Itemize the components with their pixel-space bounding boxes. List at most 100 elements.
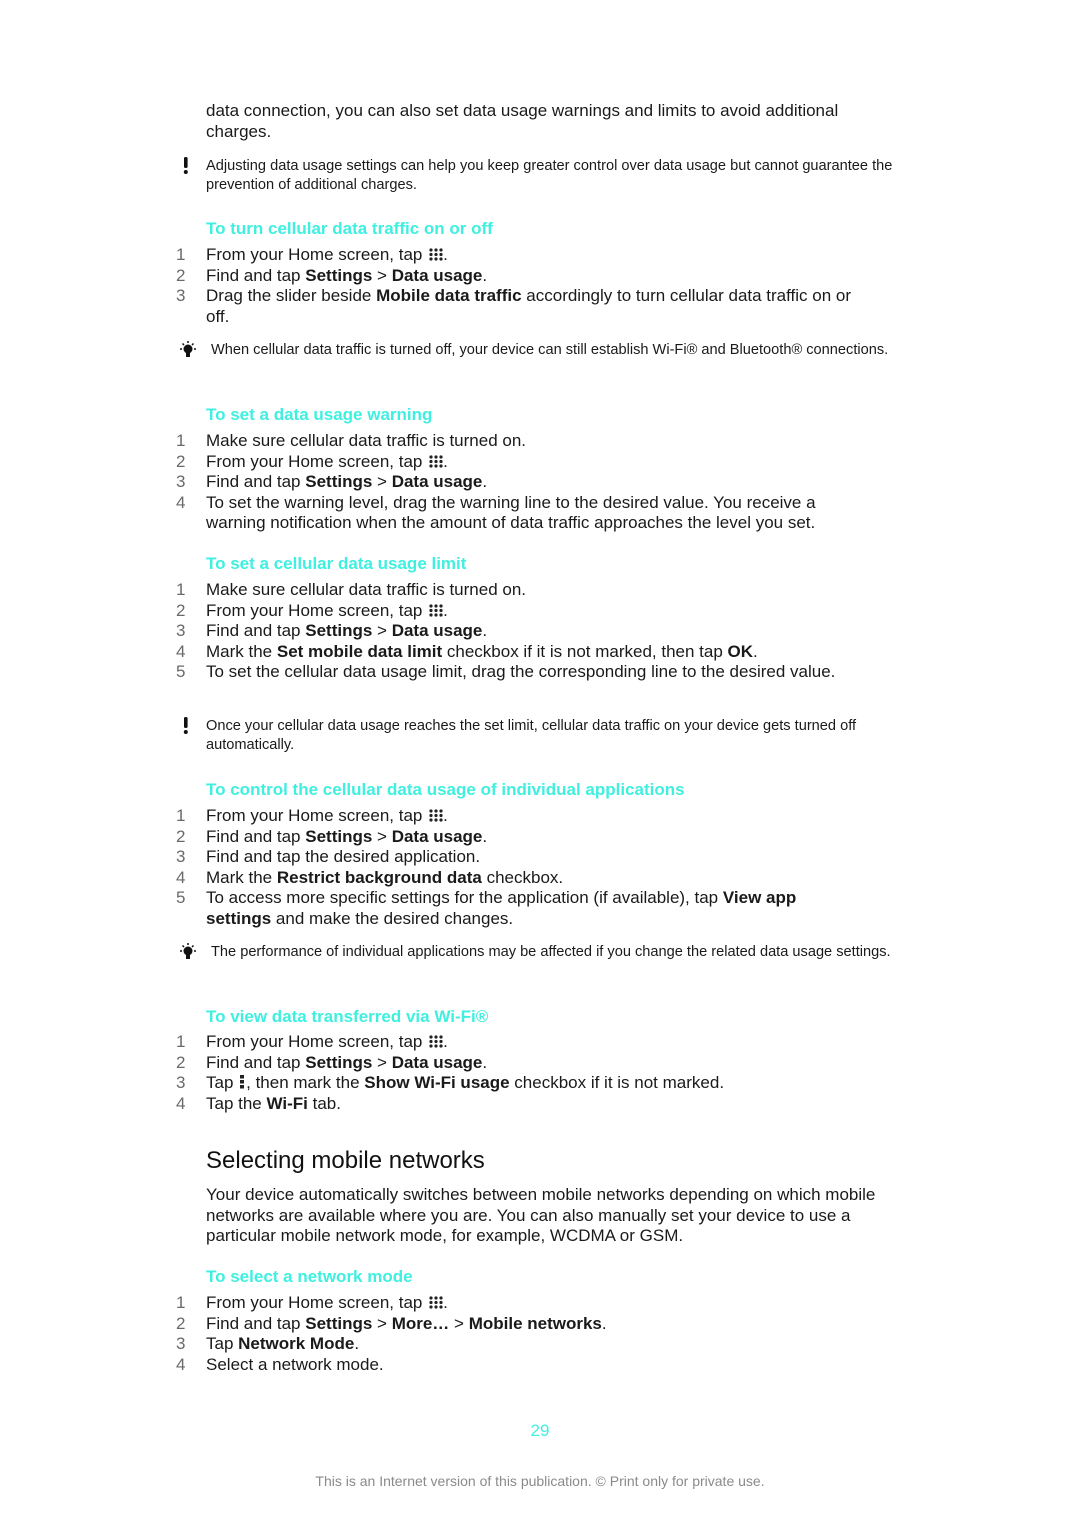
section-heading-network-mode: To select a network mode [206,1267,413,1286]
step-item: 4 Mark the Set mobile data limit checkbox… [0,642,900,663]
step-item: 2 Find and tap Settings > Data usage. [0,827,900,848]
ui-label: Network Mode [238,1334,355,1354]
step-text-run: Find and tap [206,621,306,641]
step-number: 2 [176,826,186,846]
step-text-run: Mark the [206,641,277,661]
step-number: 2 [176,451,186,471]
ui-label: Data usage [391,1052,483,1072]
step-text: Find and tap Settings > Data usage. [206,827,866,848]
tip-note-text: When cellular data traffic is turned off… [211,342,889,358]
step-text-run: > [372,472,392,492]
step-number: 5 [176,888,186,908]
step-text-run: . [443,1032,448,1051]
steps-usage-warning: 1 Make sure cellular data traffic is turn… [0,431,900,534]
ui-label: Data usage [391,826,483,846]
step-text: Make sure cellular data traffic is turne… [206,431,866,452]
overflow-menu-icon [238,1073,246,1092]
step-text: From your Home screen, tap . [206,1032,866,1053]
step-text-run: . [482,472,488,492]
step-item: 2 Find and tap Settings > Data usage. [0,266,900,287]
intro-paragraph: data connection, you can also set data u… [206,101,839,141]
step-text-run: . [443,245,448,264]
section-heading-usage-limit: To set a cellular data usage limit [206,554,467,573]
step-item: 2 From your Home screen, tap . [0,601,900,622]
step-text-run: Find and tap [206,472,306,492]
step-text-run: > [449,1313,469,1333]
step-number: 4 [176,1093,186,1113]
step-text-run: , then mark the [246,1073,365,1093]
step-item: 1 From your Home screen, tap . [0,245,900,266]
steps-network-mode: 1 From your Home screen, tap . 2 Find and t… [0,1293,900,1375]
step-text-run: and make the desired changes. [271,908,514,928]
step-text-run: From your Home screen, tap [206,600,428,620]
step-text: To access more specific settings for the… [206,888,866,929]
ui-label: Restrict background data [276,867,482,887]
step-number: 3 [176,621,186,641]
step-text-run: To access more specific settings for the… [206,888,723,908]
step-text-run: Tap [206,1073,239,1093]
step-number: 1 [176,1293,186,1312]
step-text-run: Mark the [206,867,277,887]
step-text: Tap the Wi-Fi tab. [206,1094,866,1115]
step-text-run: . [482,1052,488,1072]
section-title-mobile-networks: Selecting mobile networks [206,1147,485,1174]
footer-notice: This is an Internet version of this publ… [315,1473,765,1489]
step-text-run: checkbox. [481,867,564,887]
step-text-run: Tap the [206,1093,267,1113]
warning-note-text: Adjusting data usage settings can help y… [206,158,893,193]
step-text-run: Tap [206,1334,239,1354]
ui-label: Wi-Fi [266,1093,308,1113]
step-text: Drag the slider beside Mobile data traff… [206,286,866,327]
section-heading-app-usage: To control the cellular data usage of in… [206,780,685,799]
step-text-run: . [443,451,448,471]
step-text-run: > [372,621,392,641]
step-text-run: Find and tap the desired application. [206,847,481,867]
step-item: 3 Find and tap the desired application. [0,847,900,868]
step-text-run: > [372,1313,392,1333]
step-text-run: checkbox if it is not marked, then tap [442,641,728,661]
step-text-run: Find and tap [206,826,306,846]
step-number: 3 [176,847,186,867]
step-text: Find and tap Settings > More… > Mobile n… [206,1314,866,1335]
step-text: Find and tap Settings > Data usage. [206,266,866,287]
step-text: To set the cellular data usage limit, dr… [206,662,866,683]
step-number: 4 [176,641,186,661]
step-number: 4 [176,1354,186,1374]
step-text: From your Home screen, tap . [206,601,866,622]
app-grid-icon [427,1293,443,1312]
step-item: 1 From your Home screen, tap . [0,1293,900,1314]
step-number: 3 [176,472,186,492]
step-text: To set the warning level, drag the warni… [206,493,866,534]
step-item: 4 Tap the Wi-Fi tab. [0,1094,900,1115]
ui-label: Data usage [391,472,483,492]
step-number: 4 [176,492,186,512]
step-item: 3 Find and tap Settings > Data usage. [0,621,900,642]
step-item: 2 Find and tap Settings > Data usage. [0,1053,900,1074]
step-text: Tap Network Mode. [206,1334,866,1355]
step-item: 2 Find and tap Settings > More… > Mobile … [0,1314,900,1335]
step-item: 3 Find and tap Settings > Data usage. [0,472,900,493]
step-text: Tap , then mark the Show Wi-Fi usage che… [206,1073,866,1094]
section-heading-wifi-usage: To view data transferred via Wi-Fi® [206,1007,489,1026]
step-text: Select a network mode. [206,1355,866,1376]
step-item: 2 From your Home screen, tap . [0,452,900,473]
step-text-run: Find and tap [206,1052,306,1072]
step-text-run: checkbox if it is not marked. [509,1073,725,1093]
steps-cellular-toggle: 1 From your Home screen, tap . 2 Find and t… [0,245,900,327]
step-text-run: tab. [307,1093,341,1113]
ui-label: Settings [305,1313,373,1333]
step-text-run: Select a network mode. [206,1354,384,1374]
step-text-run: . [482,265,488,285]
step-text: From your Home screen, tap . [206,245,866,266]
step-text-run: From your Home screen, tap [206,245,428,264]
step-number: 2 [176,1313,186,1333]
step-text: Mark the Set mobile data limit checkbox … [206,642,866,663]
step-text-run: . [753,641,758,661]
step-text-run: . [482,826,488,846]
step-item: 3 Tap , then mark the Show Wi-Fi usage ch… [0,1073,900,1094]
ui-label: More… [391,1313,450,1333]
steps-wifi-usage: 1 From your Home screen, tap . 2 Find and t… [0,1032,900,1114]
manual-page: data connection, you can also set data u… [0,0,1080,1527]
tip-note-text: The performance of individual applicatio… [211,944,891,960]
step-item: 3 Drag the slider beside Mobile data traf… [0,286,900,327]
